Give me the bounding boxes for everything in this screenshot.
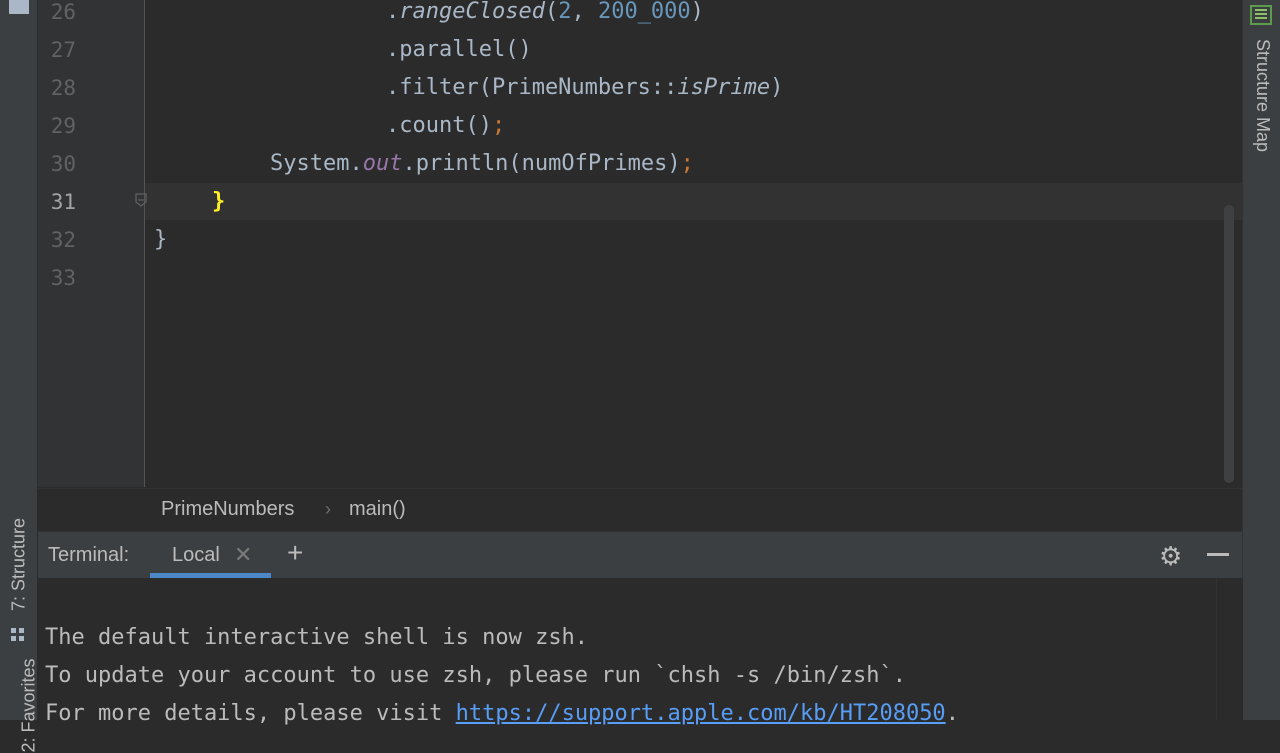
close-icon[interactable]: ✕	[234, 542, 252, 568]
code-token: )	[690, 0, 704, 24]
line-number: 32	[50, 228, 76, 252]
code-token: ;	[491, 113, 506, 138]
matched-brace: }	[212, 189, 226, 214]
line-number-gutter[interactable]: 26 27 28 29 30 31 32 33	[38, 0, 147, 487]
breadcrumb-item-method[interactable]: main()	[349, 498, 406, 521]
structure-map-icon[interactable]	[1250, 5, 1272, 25]
fold-marker-icon[interactable]	[135, 193, 147, 207]
code-line: }	[154, 227, 168, 252]
code-token: 2	[558, 0, 572, 24]
editor-scrollbar[interactable]	[1224, 205, 1234, 483]
terminal-title: Terminal:	[48, 544, 130, 566]
tab-local-label: Local	[172, 544, 220, 566]
plus-icon[interactable]: +	[287, 537, 303, 569]
code-token: .count()	[386, 113, 492, 138]
code-line: System.out.println(numOfPrimes);	[270, 145, 694, 183]
structure-icon[interactable]	[11, 628, 25, 642]
code-token: .println(numOfPrimes)	[402, 151, 681, 176]
minimize-icon[interactable]	[1207, 553, 1229, 556]
terminal-line: For more details, please visit https://s…	[45, 695, 959, 733]
terminal-line: To update your account to use zsh, pleas…	[45, 663, 906, 688]
code-token: .filter(PrimeNumbers::	[386, 75, 678, 100]
line-number-current: 31	[50, 190, 76, 214]
line-number: 28	[50, 76, 76, 100]
code-token: isPrime	[677, 75, 771, 100]
code-line: .rangeClosed(2, 200_000)	[386, 0, 704, 31]
line-number: 30	[50, 152, 76, 176]
breadcrumb-separator-icon: ›	[325, 499, 331, 519]
line-number: 26	[50, 0, 76, 24]
code-line: .parallel()	[386, 37, 532, 62]
line-number: 29	[50, 114, 76, 138]
code-line: .count();	[386, 107, 505, 145]
code-token: rangeClosed	[399, 0, 545, 24]
tab-local[interactable]: Local ✕	[150, 532, 271, 578]
project-icon[interactable]	[9, 0, 29, 14]
code-token: ,	[571, 0, 598, 24]
code-editor[interactable]: 26 27 28 29 30 31 32 33 .rangeClosed(2, …	[38, 0, 1242, 487]
line-number: 27	[50, 38, 76, 62]
structure-tab-label: 7: Structure	[8, 517, 29, 612]
code-token: 200_000	[597, 0, 691, 24]
line-number: 33	[50, 266, 76, 290]
terminal-scroll-area	[1216, 578, 1243, 720]
code-token: )	[770, 75, 784, 100]
terminal-output[interactable]: The default interactive shell is now zsh…	[38, 578, 1216, 726]
support-link[interactable]: https://support.apple.com/kb/HT208050	[456, 701, 946, 726]
structure-map-tab-label[interactable]: Structure Map	[1252, 38, 1273, 153]
terminal-text: .	[945, 701, 959, 726]
code-token: .	[386, 0, 400, 24]
terminal-text: For more details, please visit	[45, 701, 456, 726]
current-line-highlight	[144, 183, 1242, 220]
code-token: ;	[680, 151, 694, 176]
code-line: .filter(PrimeNumbers::isPrime)	[386, 69, 783, 107]
right-tool-strip: Structure Map	[1242, 0, 1280, 720]
code-token: (	[544, 0, 559, 24]
terminal-line: The default interactive shell is now zsh…	[45, 625, 589, 650]
gear-icon[interactable]: ⚙	[1159, 541, 1182, 572]
code-token: out	[362, 151, 403, 176]
left-tool-strip: 7: Structure 2: Favorites	[0, 0, 39, 753]
favorites-tab-label[interactable]: 2: Favorites	[19, 658, 40, 752]
structure-tool-tab[interactable]: 7: Structure	[6, 508, 32, 620]
terminal-header: Terminal: Local ✕ + ⚙	[38, 531, 1242, 579]
breadcrumb: PrimeNumbers › main()	[38, 488, 1242, 531]
code-token: System.	[270, 151, 363, 176]
code-line: }	[212, 183, 225, 221]
breadcrumb-item-class[interactable]: PrimeNumbers	[161, 498, 294, 521]
